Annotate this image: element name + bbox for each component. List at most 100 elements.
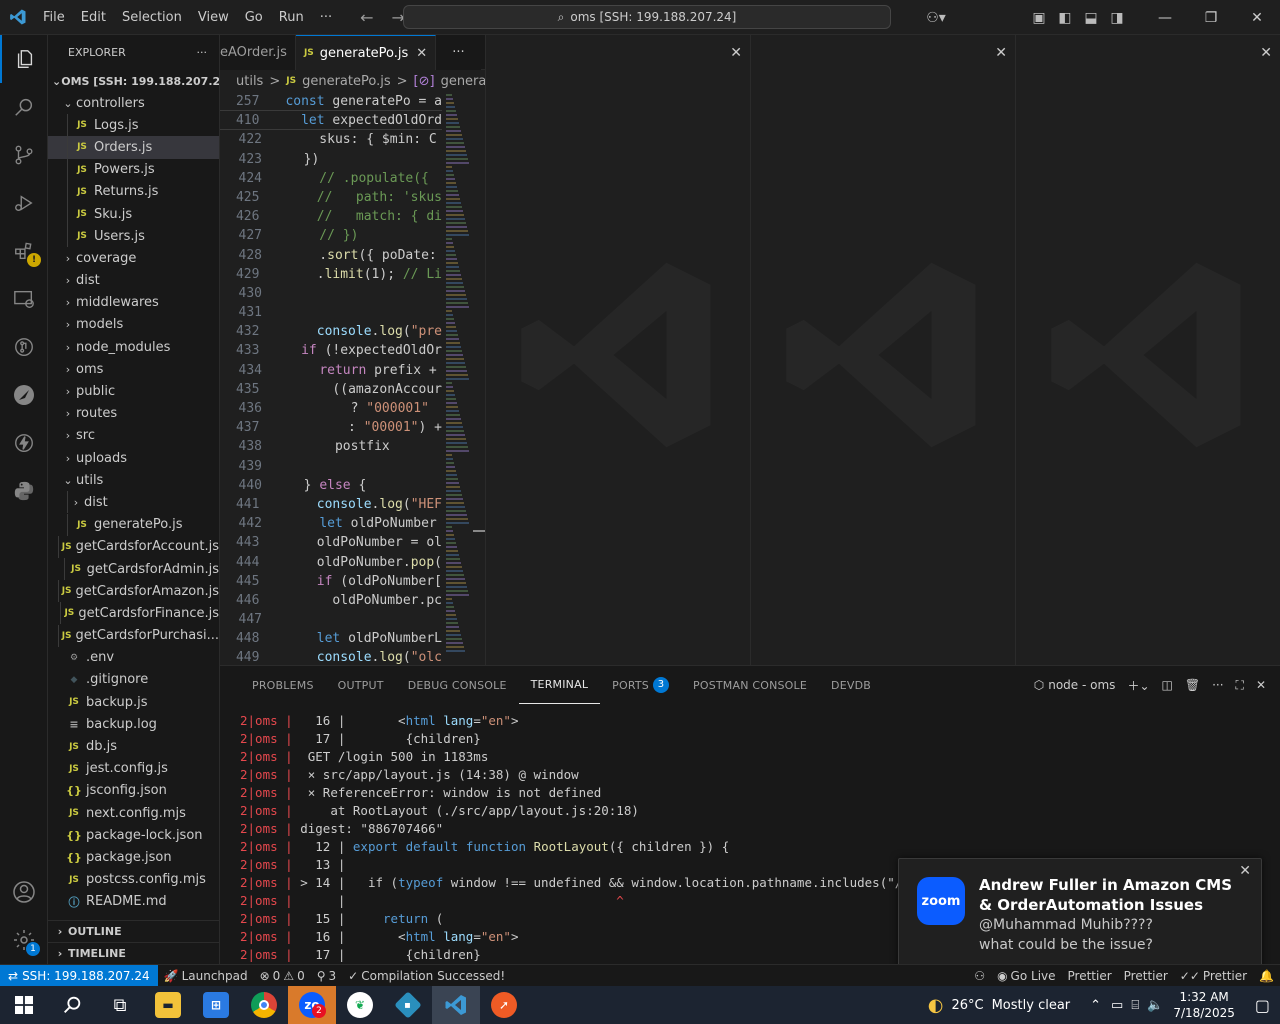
tab-generatepo[interactable]: JS generatePo.js ✕ — [295, 35, 437, 70]
folder-item[interactable]: ⌄ utils — [48, 469, 219, 491]
file-item[interactable]: {} package.json — [48, 846, 219, 868]
code-line[interactable]: 427 // }) — [220, 226, 442, 245]
file-item[interactable]: JS Logs.js — [48, 114, 219, 137]
code-line[interactable]: 431 — [220, 303, 442, 322]
compile-status-item[interactable]: ✓ Compilation Successed! — [342, 969, 511, 983]
network-icon[interactable]: ⌸ — [1131, 998, 1139, 1013]
file-item[interactable]: JS Users.js — [48, 225, 219, 248]
folder-item[interactable]: › uploads — [48, 447, 219, 469]
close-group-icon[interactable]: ✕ — [730, 45, 742, 61]
manage-gear-icon[interactable]: 1 — [0, 916, 48, 964]
folder-item[interactable]: › oms — [48, 358, 219, 380]
zoom-taskbar-icon[interactable]: zo 2 — [288, 986, 336, 1024]
run-debug-icon[interactable] — [0, 179, 48, 227]
file-item[interactable]: JS getCardsforAccount.js — [48, 535, 219, 558]
close-notification-icon[interactable]: ✕ — [1239, 863, 1251, 879]
go-live-item[interactable]: ◉ Go Live — [991, 969, 1061, 983]
file-item[interactable]: ◆ .gitignore — [48, 669, 219, 691]
code-line[interactable]: 432 console.log("pre — [220, 322, 442, 341]
file-item[interactable]: JS Orders.js — [48, 136, 219, 159]
search-icon[interactable] — [0, 83, 48, 131]
mongodb-compass-icon[interactable]: ❦ — [336, 986, 384, 1024]
notifications-bell-icon[interactable]: 🔔 — [1253, 969, 1280, 983]
postman-taskbar-icon[interactable]: ➚ — [480, 986, 528, 1024]
clock[interactable]: 1:32 AM 7/18/2025 — [1163, 989, 1245, 1021]
notification-center-icon[interactable]: ▢ — [1245, 996, 1280, 1015]
accounts-icon[interactable] — [0, 868, 48, 916]
remote-indicator[interactable]: ⇄ SSH: 199.188.207.24 — [0, 964, 158, 987]
launchpad-item[interactable]: 🚀 Launchpad — [158, 969, 254, 983]
file-item[interactable]: {} jsconfig.json — [48, 780, 219, 802]
vscode-taskbar-icon[interactable] — [432, 986, 480, 1024]
windows-start-icon[interactable] — [0, 986, 48, 1024]
code-line[interactable]: 444 oldPoNumber.pop( — [220, 553, 442, 572]
code-line[interactable]: 437 : "00001") + — [220, 418, 442, 437]
code-line[interactable]: 443 oldPoNumber = ol — [220, 533, 442, 552]
file-item[interactable]: JS getCardsforAdmin.js — [48, 558, 219, 581]
copilot-status-icon[interactable]: ⚇ — [968, 969, 991, 983]
weather-moon-icon[interactable]: ◐ — [928, 995, 944, 1016]
menu-item[interactable]: Edit — [73, 0, 114, 35]
file-explorer-icon[interactable]: ▬ — [144, 986, 192, 1024]
remote-explorer-icon[interactable] — [0, 275, 48, 323]
tab-eaorder[interactable]: eAOrder.js — [220, 35, 296, 70]
menu-item[interactable]: Go — [237, 0, 271, 35]
folder-item[interactable]: › src — [48, 425, 219, 447]
chrome-icon[interactable] — [240, 986, 288, 1024]
tab-debug-console[interactable]: DEBUG CONSOLE — [396, 666, 519, 704]
maximize-panel-icon[interactable]: ⛶ — [1236, 678, 1244, 693]
back-arrow-icon[interactable]: ← — [360, 8, 373, 27]
battery-icon[interactable]: ▭ — [1111, 998, 1123, 1013]
menu-item[interactable]: File — [35, 0, 73, 35]
code-line[interactable]: 439 — [220, 457, 442, 476]
outline-section[interactable]: › OUTLINE — [48, 920, 219, 942]
copilot-icon[interactable]: ⚇▾ — [916, 10, 956, 26]
file-item[interactable]: JS Returns.js — [48, 180, 219, 203]
toggle-secondary-sidebar-icon[interactable]: ◨ — [1104, 10, 1130, 26]
file-item[interactable]: JS getCardsforAmazon.js — [48, 580, 219, 603]
python-icon[interactable] — [0, 467, 48, 515]
editor-scrollbar[interactable] — [473, 92, 485, 665]
split-terminal-icon[interactable]: ◫ — [1162, 678, 1173, 692]
folder-item[interactable]: › models — [48, 314, 219, 336]
code-line[interactable]: 410 let expectedOldOrd — [220, 111, 442, 131]
code-line[interactable]: 441 console.log("HEF — [220, 495, 442, 514]
menu-item[interactable]: ··· — [312, 0, 340, 35]
more-actions-icon[interactable]: ··· — [1212, 678, 1223, 692]
tab-output[interactable]: OUTPUT — [326, 666, 396, 704]
folder-item[interactable]: › dist — [48, 270, 219, 292]
code-line[interactable]: 423 }) — [220, 150, 442, 169]
code-line[interactable]: 447 — [220, 610, 442, 629]
prettier-item[interactable]: Prettier — [1062, 969, 1118, 983]
file-item[interactable]: JS Powers.js — [48, 158, 219, 181]
file-item[interactable]: {} package-lock.json — [48, 824, 219, 846]
code-line[interactable]: 257 const generatePo = a — [220, 92, 442, 112]
tray-chevron-up-icon[interactable]: ⌃ — [1090, 998, 1101, 1013]
extensions-icon[interactable]: ! — [0, 227, 48, 275]
file-item[interactable]: JS jest.config.js — [48, 758, 219, 780]
folder-item[interactable]: › middlewares — [48, 292, 219, 314]
timeline-section[interactable]: › TIMELINE — [48, 942, 219, 964]
prettier-item[interactable]: Prettier — [1118, 969, 1174, 983]
file-item[interactable]: ⚙ .env — [48, 647, 219, 669]
more-actions-icon[interactable]: ··· — [197, 46, 208, 59]
code-line[interactable]: 440 } else { — [220, 476, 442, 495]
folder-item[interactable]: › routes — [48, 403, 219, 425]
close-group-icon[interactable]: ✕ — [1260, 45, 1272, 61]
file-item[interactable]: JS getCardsforFinance.js — [48, 602, 219, 625]
restore-button[interactable]: ❐ — [1188, 10, 1234, 26]
file-item[interactable]: JS Sku.js — [48, 203, 219, 226]
code-line[interactable]: 422 skus: { $min: C — [220, 130, 442, 149]
thunder-client-icon[interactable] — [0, 419, 48, 467]
code-line[interactable]: 445 if (oldPoNumber[ — [220, 572, 442, 591]
tab-problems[interactable]: PROBLEMS — [240, 666, 326, 704]
source-control-icon[interactable] — [0, 131, 48, 179]
file-item[interactable]: ⓘ README.md — [48, 891, 219, 913]
folder-item[interactable]: ⌄ controllers — [48, 92, 219, 114]
gitlens-icon[interactable] — [0, 323, 48, 371]
menu-item[interactable]: Run — [271, 0, 312, 35]
kill-terminal-trash-icon[interactable]: 🗑 — [1185, 678, 1200, 692]
close-panel-icon[interactable]: ✕ — [1256, 678, 1266, 692]
code-line[interactable]: 425 // path: 'skus — [220, 188, 442, 207]
code-line[interactable]: 435 ((amazonAccour — [220, 380, 442, 399]
